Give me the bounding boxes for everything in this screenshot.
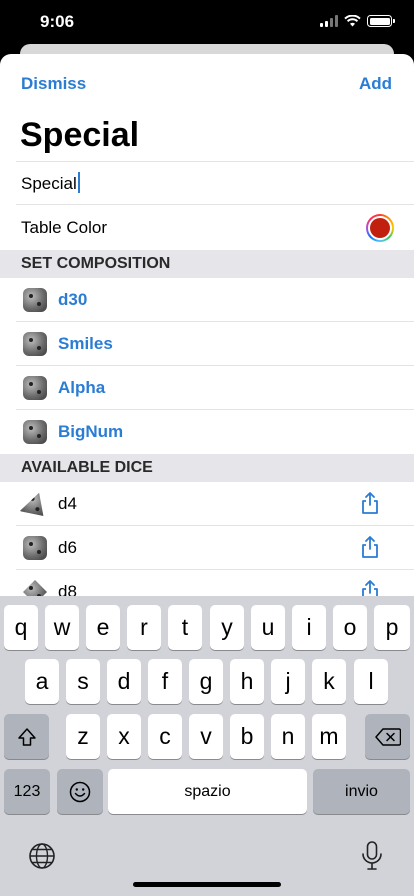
modal-sheet: Dismiss Add Special Special Table Color … bbox=[0, 54, 414, 614]
wifi-icon bbox=[344, 15, 361, 27]
name-field[interactable]: Special bbox=[0, 161, 414, 205]
key-e[interactable]: e bbox=[86, 605, 120, 650]
globe-icon[interactable] bbox=[28, 842, 56, 870]
dismiss-button[interactable]: Dismiss bbox=[21, 74, 86, 94]
key-t[interactable]: t bbox=[168, 605, 202, 650]
list-item[interactable]: d30 bbox=[0, 278, 414, 322]
delete-key[interactable] bbox=[365, 714, 410, 759]
d4-die-icon bbox=[20, 489, 51, 520]
key-d[interactable]: d bbox=[107, 659, 141, 704]
smiles-die-icon bbox=[23, 332, 47, 356]
keyboard: q w e r t y u i o p a s d f g h j k l z … bbox=[0, 596, 414, 896]
color-picker-well[interactable] bbox=[366, 214, 394, 242]
key-k[interactable]: k bbox=[312, 659, 346, 704]
list-item-label: Smiles bbox=[58, 334, 113, 353]
table-color-row[interactable]: Table Color bbox=[0, 206, 414, 250]
list-item[interactable]: Smiles bbox=[0, 322, 414, 366]
list-item-label: d30 bbox=[58, 290, 88, 309]
numbers-key[interactable]: 123 bbox=[4, 769, 50, 814]
d30-die-icon bbox=[23, 288, 47, 312]
shift-icon bbox=[17, 727, 36, 746]
key-w[interactable]: w bbox=[45, 605, 79, 650]
key-n[interactable]: n bbox=[271, 714, 305, 759]
list-item[interactable]: d4 bbox=[0, 482, 414, 526]
key-r[interactable]: r bbox=[127, 605, 161, 650]
shift-key[interactable] bbox=[4, 714, 49, 759]
available-dice-header: AVAILABLE DICE bbox=[0, 454, 414, 482]
name-field-value: Special bbox=[21, 174, 77, 193]
navigation-bar: Dismiss Add bbox=[0, 54, 414, 110]
key-x[interactable]: x bbox=[107, 714, 141, 759]
list-item[interactable]: Alpha bbox=[0, 366, 414, 410]
key-g[interactable]: g bbox=[189, 659, 223, 704]
color-swatch bbox=[370, 218, 390, 238]
page-title: Special bbox=[20, 116, 140, 154]
key-y[interactable]: y bbox=[210, 605, 244, 650]
share-icon[interactable] bbox=[359, 491, 381, 515]
key-p[interactable]: p bbox=[374, 605, 410, 650]
home-indicator bbox=[133, 882, 281, 887]
key-z[interactable]: z bbox=[66, 714, 100, 759]
cellular-signal-icon bbox=[320, 15, 338, 27]
status-bar: 9:06 bbox=[0, 0, 414, 44]
key-a[interactable]: a bbox=[25, 659, 59, 704]
key-i[interactable]: i bbox=[292, 605, 326, 650]
return-key[interactable]: invio bbox=[313, 769, 410, 814]
add-button[interactable]: Add bbox=[359, 74, 392, 94]
alpha-die-icon bbox=[23, 376, 47, 400]
microphone-icon[interactable] bbox=[360, 840, 384, 872]
key-b[interactable]: b bbox=[230, 714, 264, 759]
list-item[interactable]: d6 bbox=[0, 526, 414, 570]
backspace-icon bbox=[374, 727, 401, 746]
list-item-label: BigNum bbox=[58, 422, 124, 441]
space-key[interactable]: spazio bbox=[108, 769, 307, 814]
list-item[interactable]: BigNum bbox=[0, 410, 414, 454]
key-o[interactable]: o bbox=[333, 605, 367, 650]
key-h[interactable]: h bbox=[230, 659, 264, 704]
key-l[interactable]: l bbox=[354, 659, 388, 704]
emoji-key[interactable] bbox=[57, 769, 103, 814]
text-cursor bbox=[77, 172, 80, 193]
key-j[interactable]: j bbox=[271, 659, 305, 704]
status-icons bbox=[320, 15, 395, 27]
key-v[interactable]: v bbox=[189, 714, 223, 759]
share-icon[interactable] bbox=[359, 535, 381, 559]
key-m[interactable]: m bbox=[312, 714, 346, 759]
bignum-die-icon bbox=[23, 420, 47, 444]
key-c[interactable]: c bbox=[148, 714, 182, 759]
list-item-label: d4 bbox=[58, 494, 77, 513]
list-item-label: d6 bbox=[58, 538, 77, 557]
battery-icon bbox=[367, 15, 395, 27]
set-composition-header: SET COMPOSITION bbox=[0, 250, 414, 278]
key-u[interactable]: u bbox=[251, 605, 285, 650]
d6-die-icon bbox=[23, 536, 47, 560]
table-color-label: Table Color bbox=[21, 218, 107, 237]
key-s[interactable]: s bbox=[66, 659, 100, 704]
list-item-label: Alpha bbox=[58, 378, 106, 397]
status-time: 9:06 bbox=[40, 12, 75, 31]
key-f[interactable]: f bbox=[148, 659, 182, 704]
key-q[interactable]: q bbox=[4, 605, 38, 650]
emoji-icon bbox=[69, 781, 91, 802]
